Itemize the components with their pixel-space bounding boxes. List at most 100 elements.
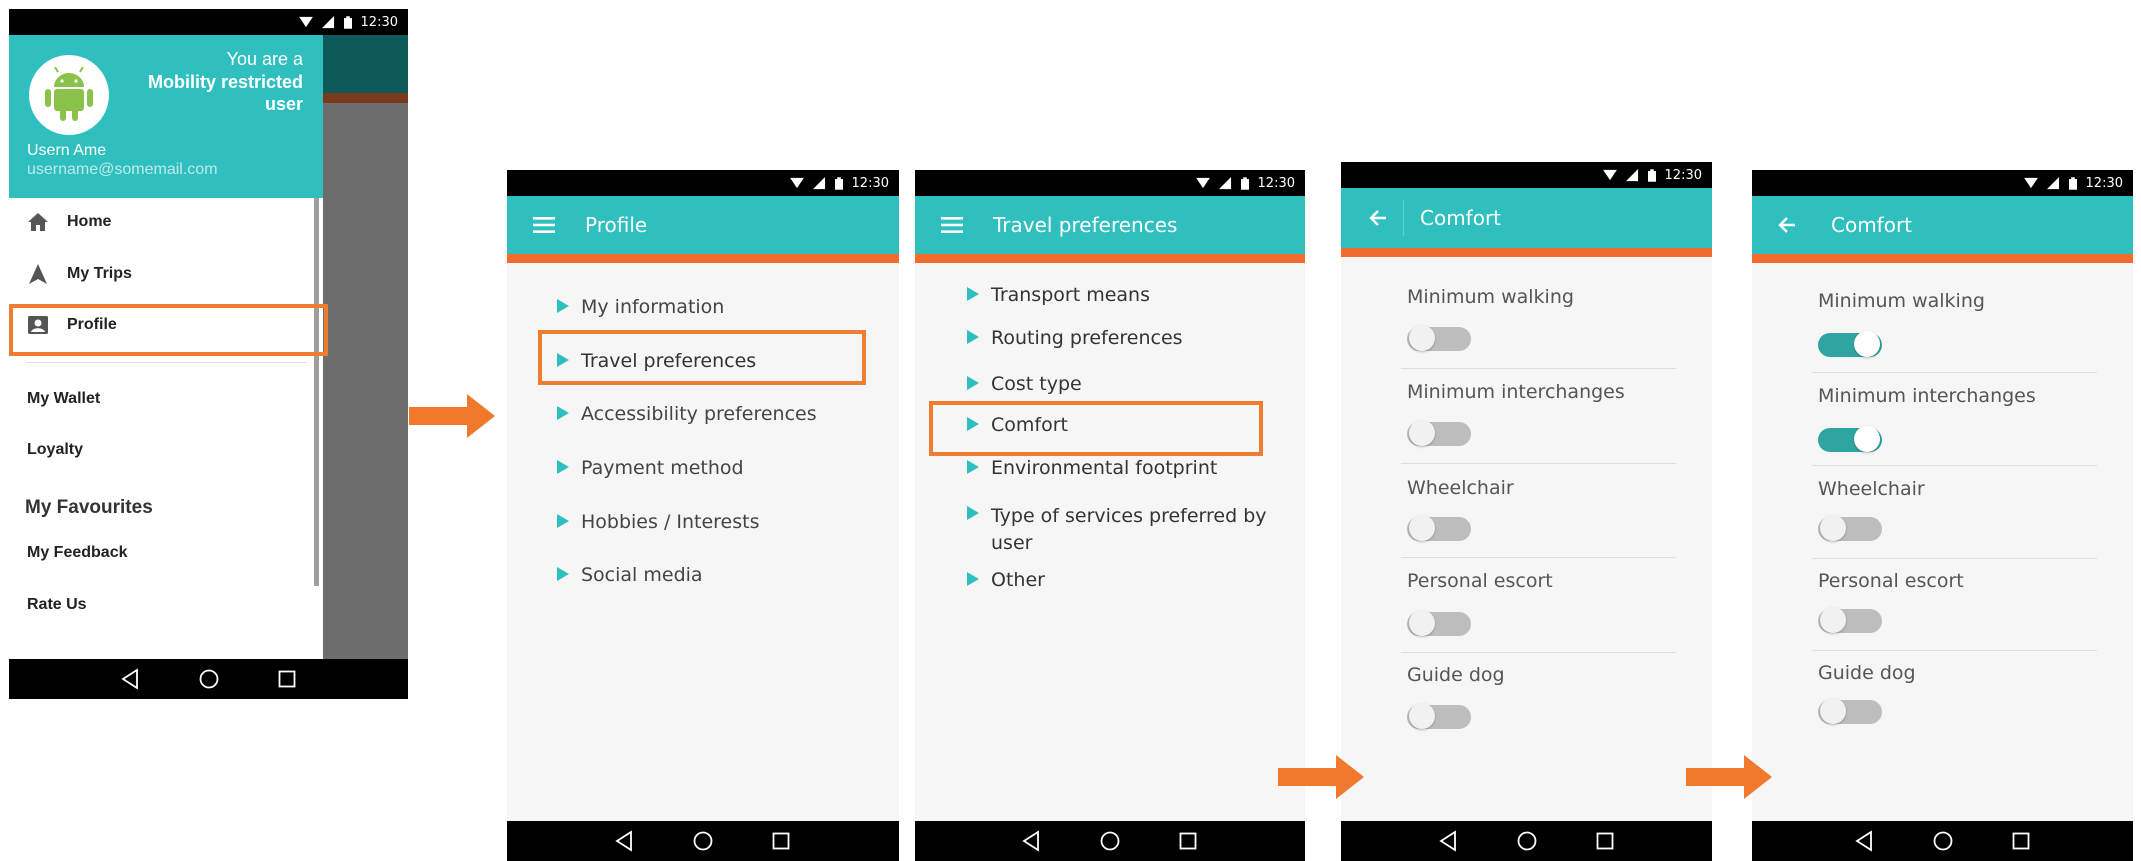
option-label-minimum-walking: Minimum walking — [1818, 290, 1985, 312]
home-circle-icon[interactable] — [1516, 830, 1538, 852]
list-item-payment-method[interactable]: Payment method — [557, 457, 744, 479]
list-item-label: Hobbies / Interests — [581, 511, 760, 533]
toggle-wheelchair[interactable] — [1407, 514, 1471, 542]
triangle-right-icon — [557, 460, 569, 474]
status-bar: 12:30 — [9, 9, 408, 35]
status-time: 12:30 — [851, 175, 889, 191]
recent-apps-icon[interactable] — [276, 668, 298, 690]
battery-icon — [1648, 169, 1656, 182]
list-item-my-information[interactable]: My information — [557, 296, 724, 318]
toggle-minimum-interchanges[interactable] — [1818, 425, 1882, 453]
nav-bar — [915, 821, 1305, 861]
option-divider — [1812, 465, 2097, 466]
drawer-item-my-feedback[interactable]: My Feedback — [27, 544, 127, 562]
list-item-hobbies-interests[interactable]: Hobbies / Interests — [557, 511, 760, 533]
android-icon — [45, 67, 93, 121]
travel-preferences-highlight — [538, 330, 866, 385]
comfort-highlight — [929, 401, 1263, 456]
list-item-label: Type of services preferred by user — [991, 505, 1267, 554]
back-icon[interactable] — [1021, 830, 1043, 852]
back-arrow-button[interactable] — [1365, 205, 1391, 231]
profile-highlight — [9, 304, 328, 356]
home-circle-icon[interactable] — [1932, 830, 1954, 852]
list-item-label: Transport means — [991, 284, 1150, 306]
back-icon[interactable] — [614, 830, 636, 852]
status-time: 12:30 — [360, 14, 398, 30]
battery-icon — [1241, 177, 1249, 190]
battery-icon — [2069, 177, 2077, 190]
recent-apps-icon[interactable] — [1594, 830, 1616, 852]
nav-bar — [1752, 821, 2133, 861]
option-label-guide-dog: Guide dog — [1818, 662, 1916, 684]
list-item-other[interactable]: Other — [967, 569, 1045, 591]
toggle-personal-escort[interactable] — [1818, 606, 1882, 634]
page-title: Profile — [585, 213, 648, 237]
page-title: Comfort — [1831, 213, 1913, 237]
back-icon[interactable] — [1438, 830, 1460, 852]
triangle-right-icon — [967, 330, 979, 344]
list-item-environmental-footprint[interactable]: Environmental footprint — [967, 457, 1217, 479]
battery-icon — [344, 16, 352, 29]
signal-icon — [1626, 169, 1639, 182]
avatar[interactable] — [29, 55, 109, 135]
drawer-item-loyalty[interactable]: Loyalty — [27, 441, 83, 459]
drawer-item-home[interactable]: Home — [27, 212, 111, 232]
triangle-right-icon — [557, 514, 569, 528]
recent-apps-icon[interactable] — [770, 830, 792, 852]
comfort-screen-off: 12:30 Comfort Minimum walking Minimum in… — [1341, 162, 1712, 861]
toggle-personal-escort[interactable] — [1407, 609, 1471, 637]
status-time: 12:30 — [1664, 167, 1702, 183]
drawer-divider — [27, 362, 307, 363]
back-icon[interactable] — [1854, 830, 1876, 852]
option-label-minimum-interchanges: Minimum interchanges — [1818, 385, 2036, 407]
back-icon[interactable] — [120, 668, 142, 690]
status-time: 12:30 — [1257, 175, 1295, 191]
toggle-knob — [1820, 698, 1846, 724]
drawer-item-my-wallet[interactable]: My Wallet — [27, 390, 100, 408]
toggle-knob — [1854, 426, 1880, 452]
toggle-minimum-interchanges[interactable] — [1407, 419, 1471, 447]
toggle-guide-dog[interactable] — [1818, 697, 1882, 725]
menu-button[interactable] — [939, 212, 965, 238]
battery-icon — [835, 177, 843, 190]
option-label-personal-escort: Personal escort — [1818, 570, 1964, 592]
home-circle-icon[interactable] — [1099, 830, 1121, 852]
toggle-guide-dog[interactable] — [1407, 702, 1471, 730]
toggle-minimum-walking[interactable] — [1818, 330, 1882, 358]
arrow-right-icon — [1686, 755, 1772, 799]
list-item-cost-type[interactable]: Cost type — [967, 373, 1082, 395]
list-item-routing-preferences[interactable]: Routing preferences — [967, 327, 1183, 349]
recent-apps-icon[interactable] — [2010, 830, 2032, 852]
list-item-label: Cost type — [991, 373, 1082, 395]
list-item-transport-means[interactable]: Transport means — [967, 284, 1150, 306]
drawer-scrollbar[interactable] — [314, 198, 319, 586]
toggle-knob — [1820, 607, 1846, 633]
arrow-left-icon — [1777, 215, 1797, 235]
list-item-label: Environmental footprint — [991, 457, 1218, 479]
drawer-item-my-trips[interactable]: My Trips — [27, 263, 132, 285]
list-item-accessibility-preferences[interactable]: Accessibility preferences — [557, 403, 817, 425]
toggle-minimum-walking[interactable] — [1407, 324, 1471, 352]
list-item-type-of-services[interactable]: Type of services preferred by user — [967, 503, 1277, 557]
menu-icon — [941, 216, 963, 234]
triangle-right-icon — [557, 567, 569, 581]
toggle-wheelchair[interactable] — [1818, 514, 1882, 542]
triangle-right-icon — [967, 376, 979, 390]
triangle-right-icon — [967, 572, 979, 586]
user-type-line2: Mobility restricted — [147, 72, 303, 92]
option-label-wheelchair: Wheelchair — [1818, 478, 1925, 500]
option-divider — [1401, 557, 1676, 558]
drawer-item-rate-us[interactable]: Rate Us — [27, 596, 87, 614]
recent-apps-icon[interactable] — [1177, 830, 1199, 852]
option-divider — [1812, 372, 2097, 373]
home-circle-icon[interactable] — [692, 830, 714, 852]
home-circle-icon[interactable] — [198, 668, 220, 690]
back-arrow-button[interactable] — [1774, 212, 1800, 238]
triangle-right-icon — [967, 287, 979, 301]
list-item-social-media[interactable]: Social media — [557, 564, 703, 586]
user-type-line3: user — [264, 94, 303, 114]
menu-button[interactable] — [531, 212, 557, 238]
drawer-screen: 12:30 You are a Mobility restricted user… — [9, 9, 408, 699]
nav-bar — [507, 821, 899, 861]
page-title: Comfort — [1420, 206, 1502, 230]
